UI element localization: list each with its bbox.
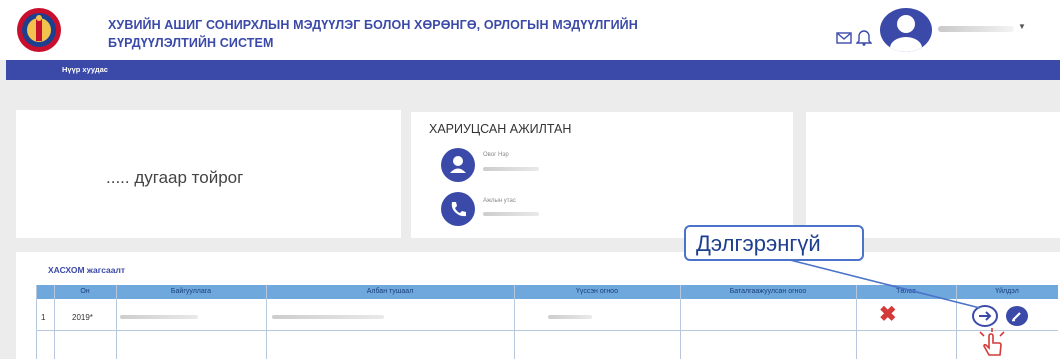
row-created-date-redacted [548, 315, 592, 319]
table-grid-line [36, 285, 37, 359]
declaration-list-title: ХАСХОМ жагсаалт [48, 265, 126, 275]
table-header-row: Он Байгууллага Албан тушаал Үүссэн огноо… [36, 285, 1058, 299]
table-grid-line [116, 285, 117, 359]
employee-phone-redacted [483, 212, 539, 216]
system-title-line1: ХУВИЙН АШИГ СОНИРХЛЫН МЭДҮҮЛЭГ БОЛОН ХӨР… [108, 18, 638, 32]
nav-bar: Нүүр хуудас [6, 60, 1060, 80]
col-header-status: Төлөв [896, 288, 916, 295]
col-header-confirmed-date: Баталгаажуулсан огноо [729, 288, 807, 295]
empty-card [806, 112, 1060, 238]
arrow-right-icon [979, 311, 992, 321]
mail-icon[interactable] [836, 32, 852, 44]
app-header: ХУВИЙН АШИГ СОНИРХЛЫН МЭДҮҮЛЭГ БОЛОН ХӨР… [0, 0, 1060, 60]
bell-icon[interactable] [856, 29, 872, 46]
col-header-actions: Үйлдэл [995, 288, 1019, 295]
state-emblem-logo[interactable] [16, 6, 62, 54]
hand-pointer-icon [979, 328, 1005, 356]
callout-detail-label: Дэлгэрэнгүй [696, 231, 821, 256]
declaration-list-section: ХАСХОМ жагсаалт [16, 252, 1060, 359]
employee-name-label: Овог Нэр [483, 152, 509, 158]
system-title: ХУВИЙН АШИГ СОНИРХЛЫН МЭДҮҮЛЭГ БОЛОН ХӨР… [108, 16, 708, 52]
col-header-organization: Байгууллага [170, 288, 212, 295]
responsible-employee-card: ХАРИУЦСАН АЖИЛТАН Овог Нэр Ажлын утас [411, 112, 793, 238]
table-grid-line [956, 285, 957, 359]
callout-box: Дэлгэрэнгүй [684, 225, 864, 261]
table-grid-line [266, 285, 267, 359]
employee-phone-label: Ажлын утас [483, 198, 516, 204]
table-grid-line [514, 285, 515, 359]
table-grid-line [54, 285, 55, 359]
table-grid-line [856, 285, 857, 359]
detail-view-button[interactable] [972, 305, 998, 327]
person-icon [441, 148, 475, 182]
row-index: 1 [41, 313, 46, 322]
col-header-year: Он [80, 288, 90, 295]
system-title-line2: БҮРДҮҮЛЭЛТИЙН СИСТЕМ [108, 36, 274, 50]
circle-number-text: ..... дугаар тойрог [106, 168, 244, 187]
phone-icon [441, 192, 475, 226]
nav-home-link[interactable]: Нүүр хуудас [62, 65, 108, 74]
table-grid-line [36, 330, 1058, 331]
circle-card: ..... дугаар тойрог [16, 110, 401, 238]
row-position-redacted [272, 315, 384, 319]
caret-down-icon[interactable]: ▼ [1018, 22, 1026, 31]
status-rejected-icon: ✖ [879, 303, 897, 326]
row-organization-redacted [120, 315, 198, 319]
user-avatar[interactable] [880, 8, 932, 52]
edit-button[interactable] [1006, 306, 1028, 326]
col-header-position: Албан тушаал [366, 288, 414, 295]
user-name-redacted[interactable] [938, 26, 1014, 32]
user-silhouette-icon [890, 15, 922, 52]
row-year: 2019* [72, 313, 93, 322]
pencil-icon [1012, 312, 1021, 322]
col-header-created-date: Үүссэн огноо [576, 288, 618, 295]
table-grid-line [680, 285, 681, 359]
employee-card-title: ХАРИУЦСАН АЖИЛТАН [429, 122, 572, 136]
employee-name-redacted [483, 167, 539, 171]
